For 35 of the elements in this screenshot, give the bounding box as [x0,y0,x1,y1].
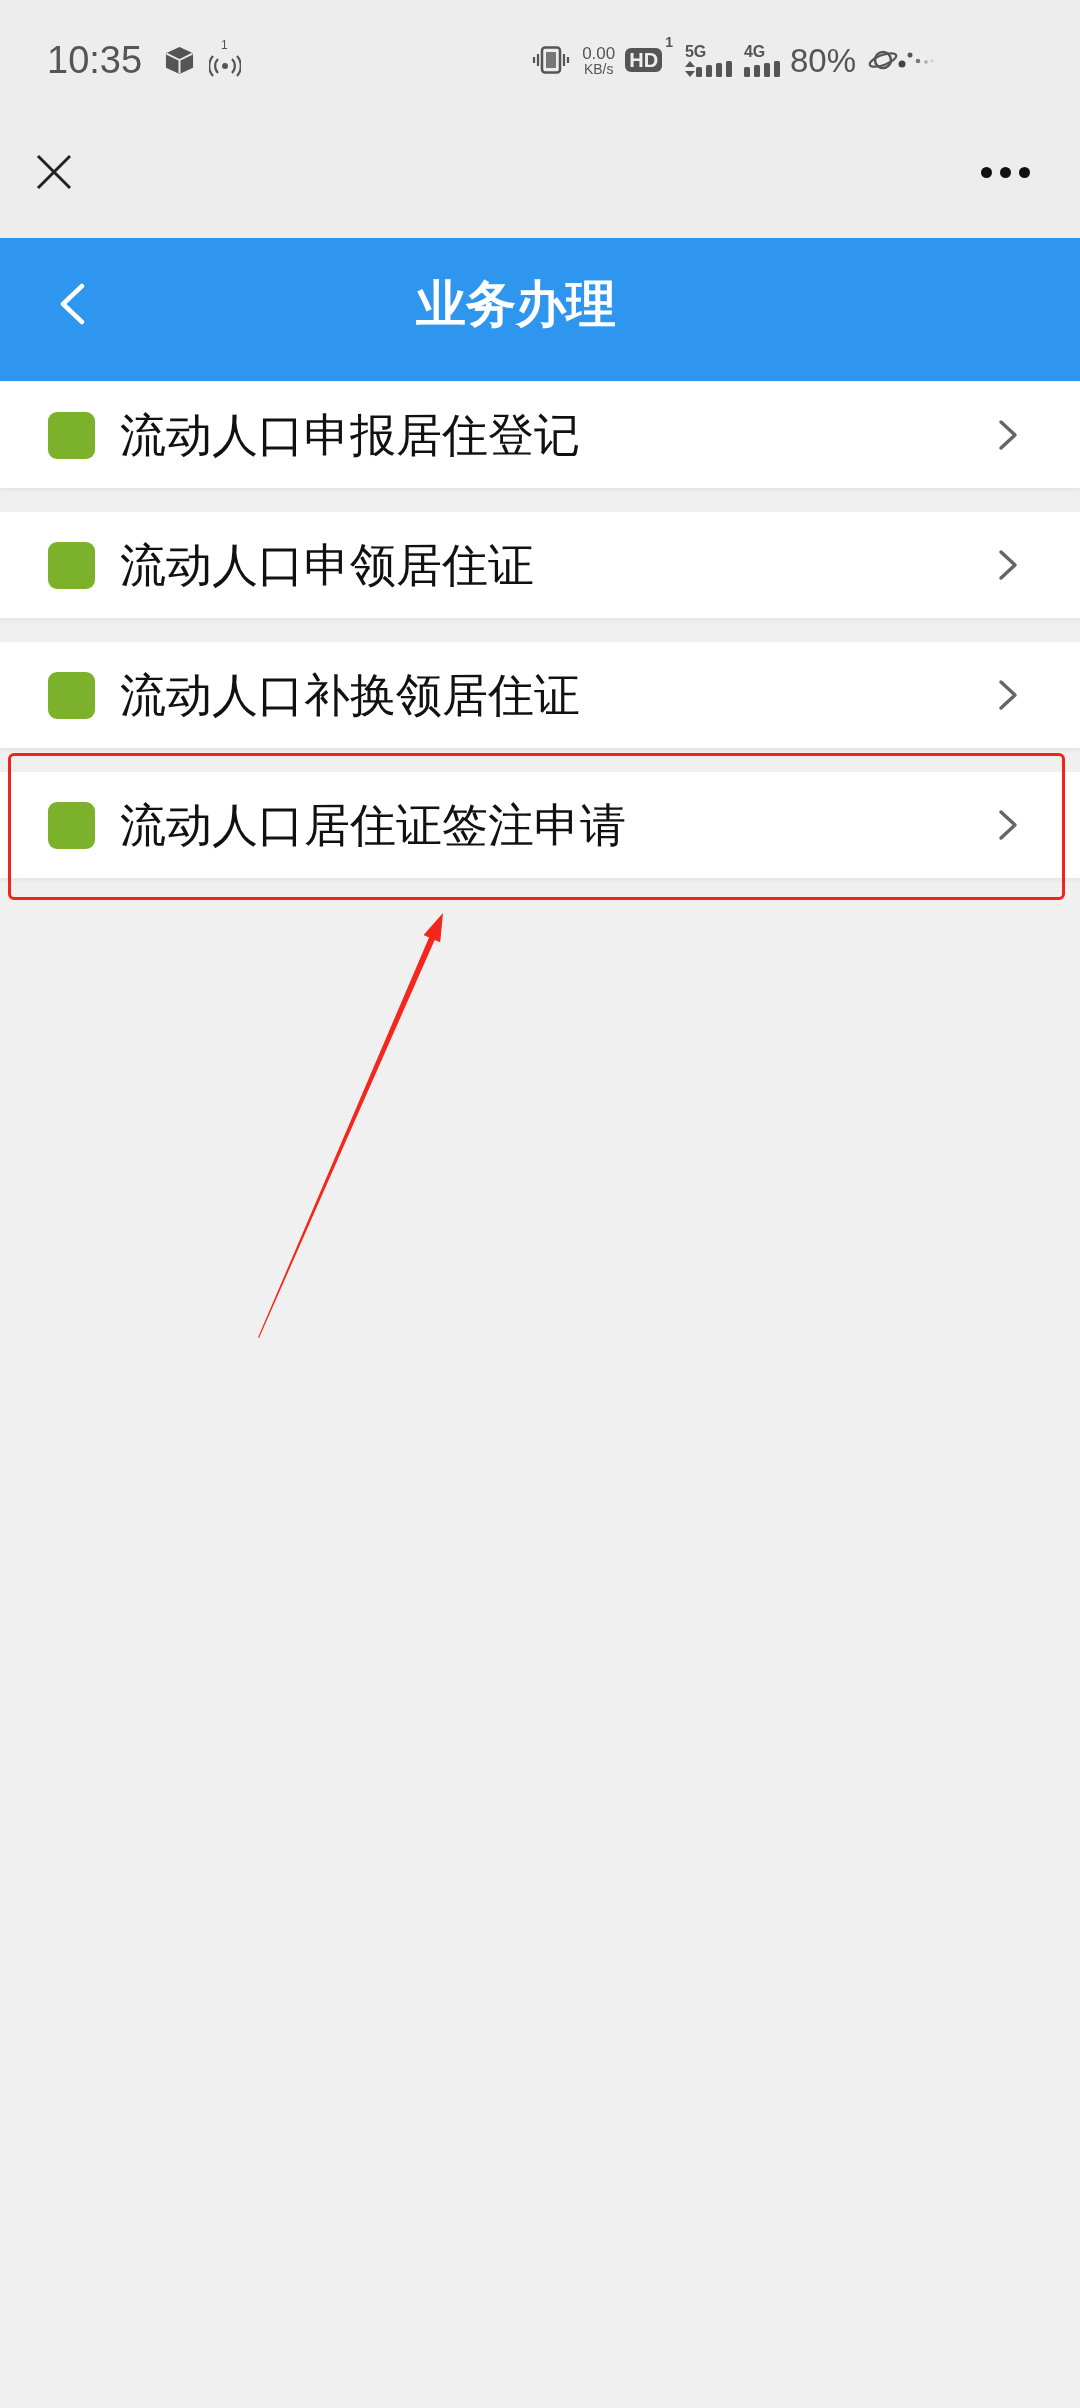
chevron-right-icon [998,809,1018,841]
item-label: 流动人口补换领居住证 [120,672,580,718]
speed-unit: KB/s [583,61,614,76]
hd-badge: HD [625,48,663,72]
clock-time: 10:35 [47,41,143,79]
square-icon [48,801,95,849]
list-item[interactable]: 流动人口申领居住证 [0,512,1080,618]
network-type: 4G [743,43,766,60]
hd-sim-number: 1 [665,35,673,49]
item-label: 流动人口居住证签注申请 [120,802,626,848]
signal-bars-icon [695,60,732,77]
item-label: 流动人口申报居住登记 [120,412,580,458]
chevron-right-icon [998,679,1018,711]
planet-icon [868,48,898,72]
chevron-right-icon [998,419,1018,451]
page-title: 业务办理 [416,278,616,329]
more-icon[interactable] [981,166,1030,178]
cube-icon [164,44,196,76]
item-label: 流动人口申领居住证 [120,542,534,588]
vibrate-icon [532,46,571,74]
list-item[interactable]: 流动人口补换领居住证 [0,642,1080,748]
hotspot-icon [209,55,242,77]
square-icon [48,671,95,719]
dots-icon [898,50,934,70]
list-item[interactable]: 流动人口申报居住登记 [0,382,1080,488]
network-type: 5G [684,43,707,60]
hotspot-count: 1 [221,39,228,51]
chevron-right-icon [998,549,1018,581]
square-icon [48,541,95,589]
close-icon[interactable] [36,154,72,190]
back-icon[interactable] [58,282,86,325]
square-icon [48,411,95,459]
speed-value: 0.00 [582,44,616,62]
list-item[interactable]: 流动人口居住证签注申请 [0,772,1080,878]
battery-percent: 80% [789,43,856,77]
